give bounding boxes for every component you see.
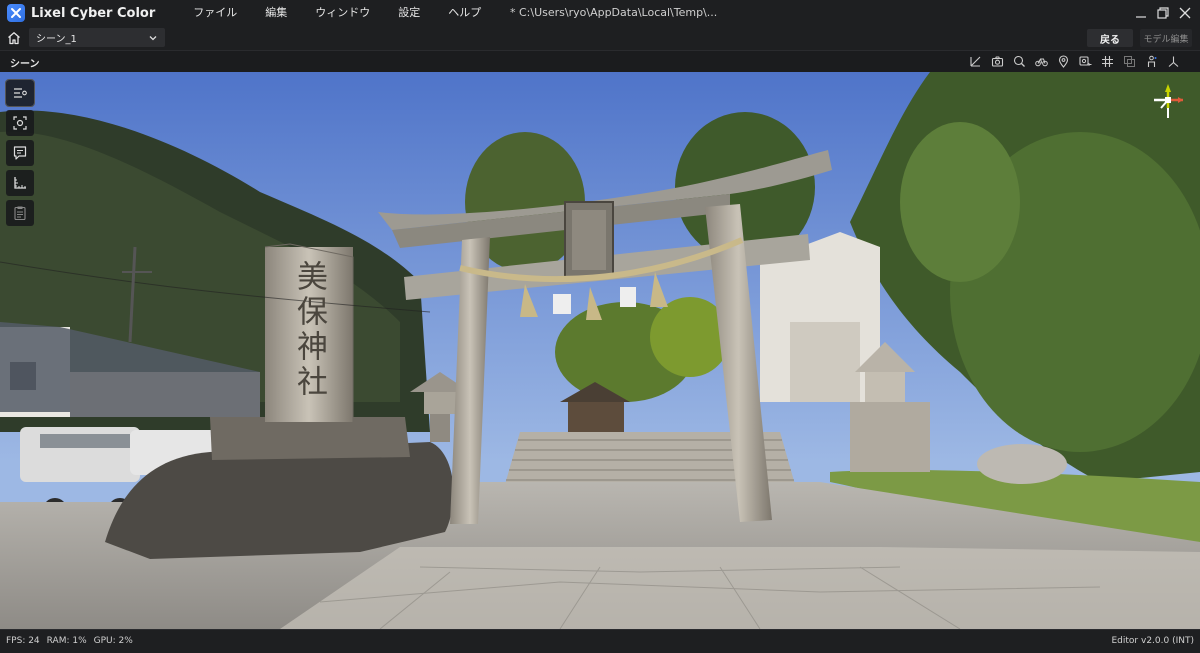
model-edit-button[interactable]: モデル編集	[1140, 29, 1192, 47]
back-button[interactable]: 戻る	[1087, 29, 1133, 47]
app-logo-icon	[7, 4, 25, 22]
person-icon[interactable]	[1141, 53, 1162, 70]
close-icon[interactable]	[1174, 2, 1196, 24]
layers-icon[interactable]	[1119, 53, 1140, 70]
minimize-icon[interactable]	[1130, 2, 1152, 24]
viewport-side-toolbar	[5, 79, 35, 226]
performance-stats: FPS: 24 RAM: 1% GPU: 2%	[6, 636, 133, 646]
stone-pillar-inscription: 美保神社	[291, 260, 327, 400]
notes-icon[interactable]	[6, 140, 34, 166]
version-label: Editor v2.0.0 (INT)	[1111, 636, 1195, 646]
scene-viewport[interactable]: 美保神社	[0, 72, 1200, 629]
screenshot-8k-icon[interactable]	[1075, 53, 1096, 70]
pin-icon[interactable]	[1053, 53, 1074, 70]
fps-readout: FPS: 24	[6, 636, 40, 646]
menu-edit[interactable]: 編集	[251, 0, 301, 26]
measure-icon[interactable]	[965, 53, 986, 70]
camera-icon[interactable]	[987, 53, 1008, 70]
paint-icon[interactable]	[1009, 53, 1030, 70]
orientation-gizmo-icon[interactable]	[1148, 80, 1188, 122]
scene-select-value: シーン_1	[36, 34, 77, 45]
panel-title: シーン	[10, 59, 40, 70]
home-icon[interactable]	[5, 29, 23, 47]
restore-icon[interactable]	[1152, 2, 1174, 24]
title-bar: Lixel Cyber Color ファイル 編集 ウィンドウ 設定 ヘルプ *…	[0, 0, 1200, 26]
menu-window[interactable]: ウィンドウ	[301, 0, 384, 26]
gpu-readout: GPU: 2%	[93, 636, 133, 646]
file-path: * C:\Users\ryo\AppData\Local\Temp\...	[510, 6, 718, 19]
menu-help[interactable]: ヘルプ	[434, 0, 495, 26]
toolbar: シーン_1 戻る モデル編集	[0, 26, 1200, 50]
focus-icon[interactable]	[6, 110, 34, 136]
bicycle-icon[interactable]	[1031, 53, 1052, 70]
menu-settings[interactable]: 設定	[384, 0, 434, 26]
ruler-icon[interactable]	[6, 170, 34, 196]
window-controls	[1130, 0, 1196, 26]
scene-panel-header: シーン	[0, 50, 1200, 72]
grid-icon[interactable]	[1097, 53, 1118, 70]
chevron-down-icon	[149, 35, 157, 40]
scene-render	[0, 72, 1200, 629]
menu-file[interactable]: ファイル	[179, 0, 251, 26]
axes-icon[interactable]	[1163, 53, 1184, 70]
clipboard-icon[interactable]	[6, 200, 34, 226]
app-title: Lixel Cyber Color	[31, 5, 156, 21]
scene-select[interactable]: シーン_1	[29, 28, 165, 47]
scene-list-icon[interactable]	[5, 79, 35, 107]
ram-readout: RAM: 1%	[46, 636, 87, 646]
status-bar: FPS: 24 RAM: 1% GPU: 2% Editor v2.0.0 (I…	[0, 629, 1200, 653]
view-toolbar	[964, 53, 1184, 70]
menu-bar: ファイル 編集 ウィンドウ 設定 ヘルプ	[179, 0, 495, 26]
